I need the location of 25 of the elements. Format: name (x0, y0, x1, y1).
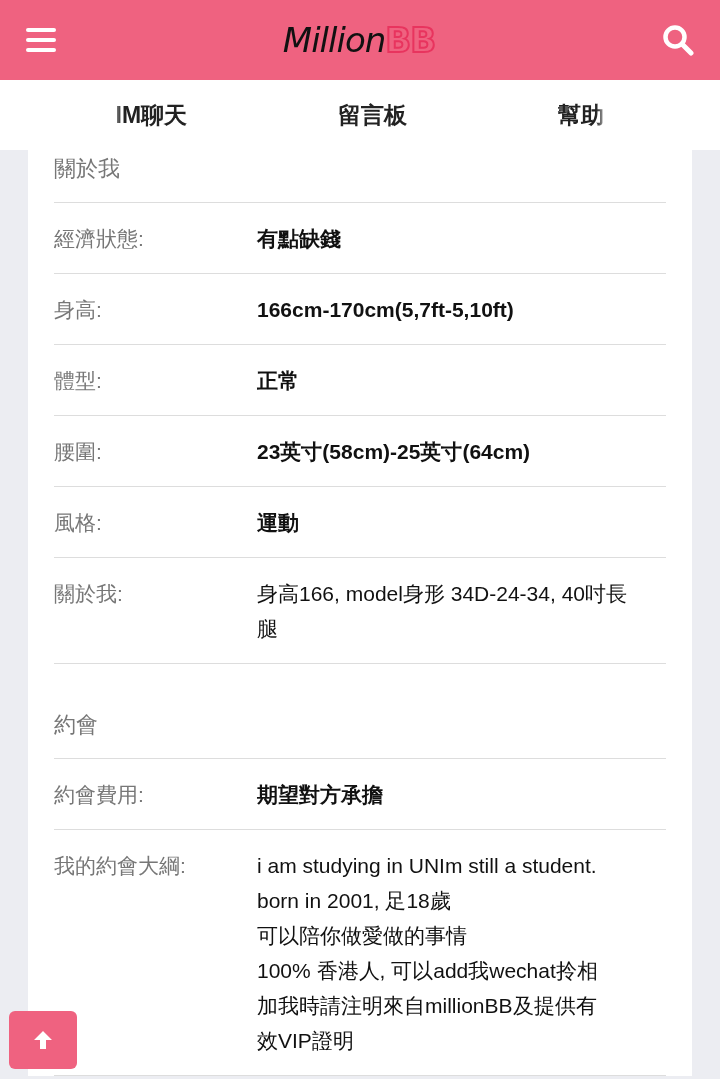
menu-icon[interactable] (26, 27, 56, 53)
section-title: 關於我 (54, 150, 666, 203)
field-value: 正常 (257, 368, 299, 394)
nav-tab[interactable]: 留言板 (338, 99, 408, 131)
field-value: i am studying in UNIm still a student. born in 2001, 足18歲 可以陪你做愛做的事情 100% 香港人, 可以add我wechat拎相 加我時請注明來自millionBB及提供有 效VIP證明 (257, 853, 598, 1054)
field-value: 期望對方承擔 (257, 782, 383, 808)
nav-tab[interactable]: IM聊天 (115, 99, 188, 131)
field-value: 166cm-170cm(5,7ft-5,10ft) (257, 297, 514, 323)
section-title: 約會 (54, 664, 666, 759)
field-value: 身高166, model身形 34D-24-34, 40吋長腿 (257, 581, 627, 642)
field-label: 腰圍: (54, 439, 103, 465)
arrow-up-icon (32, 1029, 54, 1051)
field-label: 我的約會大綱: (54, 853, 187, 879)
field-label: 風格: (54, 510, 103, 536)
nav-tab[interactable]: 幫助 (558, 99, 605, 131)
field-label: 經濟狀態: (54, 226, 145, 252)
field-label: 體型: (54, 368, 103, 394)
field-label: 身高: (54, 297, 103, 323)
field-value: 23英寸(58cm)-25英寸(64cm) (257, 439, 531, 465)
field-value: 有點缺錢 (257, 226, 341, 252)
field-label: 關於我: (54, 581, 124, 607)
field-label: 約會費用: (54, 782, 145, 808)
scroll-top-button[interactable] (9, 1011, 77, 1069)
search-icon[interactable] (662, 24, 694, 56)
field-value: 運動 (257, 510, 299, 536)
